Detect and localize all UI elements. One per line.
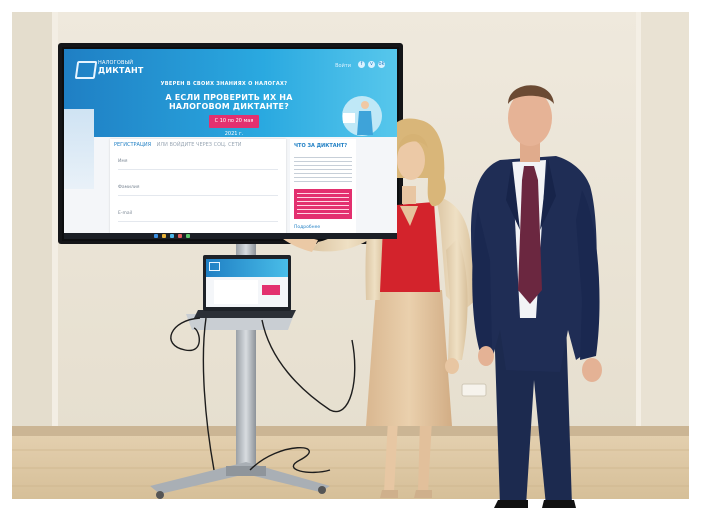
tab-social-login[interactable]: ИЛИ ВОЙДИТЕ ЧЕРЕЗ СОЦ. СЕТИ xyxy=(157,142,242,148)
social-icon-v[interactable]: v xyxy=(368,61,375,68)
laptop-logo-icon xyxy=(209,262,220,271)
laptop-screen-webpage xyxy=(206,259,288,307)
registration-card: РЕГИСТРАЦИЯ ИЛИ ВОЙДИТЕ ЧЕРЕЗ СОЦ. СЕТИ … xyxy=(110,139,286,239)
social-icon-ok[interactable]: ok xyxy=(378,61,385,68)
registration-tabs: РЕГИСТРАЦИЯ ИЛИ ВОЙДИТЕ ЧЕРЕЗ СОЦ. СЕТИ xyxy=(114,142,242,148)
laptop-site-header xyxy=(206,259,288,277)
tv-screen-webpage: НАЛОГОВЫЙ ДИКТАНТ Войти f v ok УВЕРЕН В … xyxy=(64,49,397,239)
date-button[interactable]: С 10 по 20 мая 2021 г. xyxy=(209,115,259,137)
logo-bottom-text: ДИКТАНТ xyxy=(98,66,144,75)
about-more-link[interactable]: Подробнее xyxy=(294,225,320,230)
site-logo: НАЛОГОВЫЙ ДИКТАНТ xyxy=(98,60,144,75)
field-label-surname: Фамилия xyxy=(118,185,140,190)
power-outlet xyxy=(461,383,487,397)
laptop-registration-card xyxy=(214,280,258,304)
baseboard xyxy=(12,426,689,436)
social-links: f v ok xyxy=(358,61,385,68)
headline-main: А ЕСЛИ ПРОВЕРИТЬ ИХ НА НАЛОГОВОМ ДИКТАНТ… xyxy=(165,93,293,111)
about-highlight-box xyxy=(294,189,352,219)
surname-input[interactable] xyxy=(118,195,278,196)
woman-skirt xyxy=(366,290,452,426)
laptop-base xyxy=(194,310,296,318)
field-label-name: Имя xyxy=(118,159,128,164)
logo-icon xyxy=(74,61,98,79)
about-title: ЧТО ЗА ДИКТАНТ? xyxy=(294,143,348,149)
decorative-panel xyxy=(64,109,94,189)
photo-scene: НАЛОГОВЫЙ ДИКТАНТ Войти f v ok УВЕРЕН В … xyxy=(0,0,701,511)
windows-taskbar xyxy=(64,233,397,239)
person-illustration-icon xyxy=(342,96,382,136)
email-input[interactable] xyxy=(118,221,278,222)
laptop-highlight-box xyxy=(262,285,280,295)
headline-question: УВЕРЕН В СВОИХ ЗНАНИЯХ О НАЛОГАХ? xyxy=(160,81,288,87)
name-input[interactable] xyxy=(118,169,278,170)
about-text xyxy=(294,157,352,183)
field-label-email: E-mail xyxy=(118,211,133,216)
about-panel: ЧТО ЗА ДИКТАНТ? Подробнее xyxy=(290,139,356,239)
login-link[interactable]: Войти xyxy=(335,63,351,69)
tv-site-header: НАЛОГОВЫЙ ДИКТАНТ Войти f v ok УВЕРЕН В … xyxy=(64,49,397,137)
tab-registration[interactable]: РЕГИСТРАЦИЯ xyxy=(114,142,151,148)
social-icon-f[interactable]: f xyxy=(358,61,365,68)
